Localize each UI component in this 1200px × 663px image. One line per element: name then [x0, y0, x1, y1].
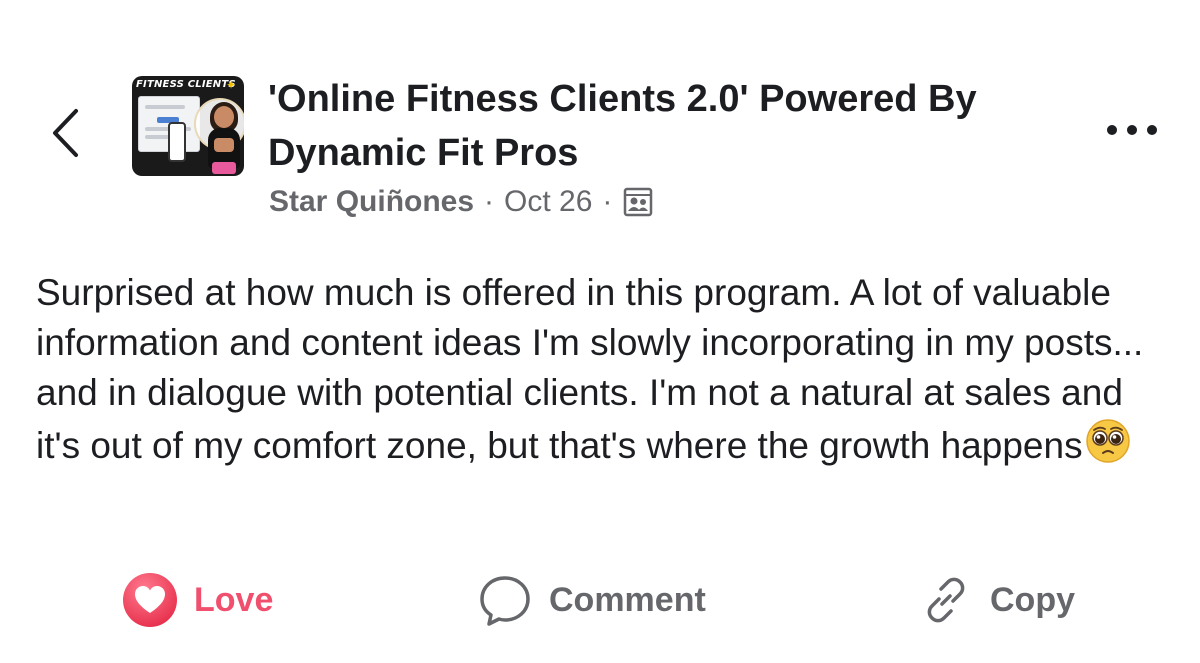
back-button[interactable]	[40, 98, 90, 168]
love-button[interactable]: Love	[122, 573, 274, 627]
group-audience-icon	[622, 186, 654, 218]
thumbnail-phone-graphic	[168, 122, 186, 162]
copy-button[interactable]: Copy	[918, 574, 1075, 626]
post-detail-page: FITNESS CLIENTS ✦ 'Online Fitness Client…	[0, 0, 1200, 663]
comment-icon	[480, 576, 530, 626]
love-reaction-icon	[123, 573, 177, 627]
thumbnail-badge-icon: ✦	[225, 78, 236, 92]
group-thumbnail[interactable]: FITNESS CLIENTS ✦	[132, 76, 244, 176]
action-bar: Love Comment Copy	[0, 560, 1200, 640]
post-body: Surprised at how much is offered in this…	[36, 268, 1176, 471]
thumbnail-person-graphic	[200, 102, 244, 174]
pleading-face-emoji	[1085, 418, 1131, 464]
love-label: Love	[194, 580, 274, 619]
post-meta: Star Quiñones · Oct 26 ·	[269, 185, 654, 219]
group-title[interactable]: 'Online Fitness Clients 2.0' Powered By …	[268, 72, 1028, 180]
comment-label: Comment	[549, 580, 706, 619]
more-options-button[interactable]	[1100, 112, 1164, 148]
post-text: Surprised at how much is offered in this…	[36, 272, 1144, 466]
copy-label: Copy	[990, 580, 1075, 619]
more-horizontal-icon	[1107, 125, 1157, 135]
link-icon	[927, 577, 965, 623]
comment-button[interactable]: Comment	[477, 574, 706, 626]
chevron-left-icon	[53, 109, 78, 157]
meta-separator: ·	[484, 185, 495, 218]
meta-separator: ·	[602, 185, 613, 218]
author-name[interactable]: Star Quiñones	[269, 185, 474, 219]
post-date[interactable]: Oct 26	[504, 185, 592, 219]
thumbnail-logo-text: FITNESS CLIENTS	[136, 79, 236, 90]
